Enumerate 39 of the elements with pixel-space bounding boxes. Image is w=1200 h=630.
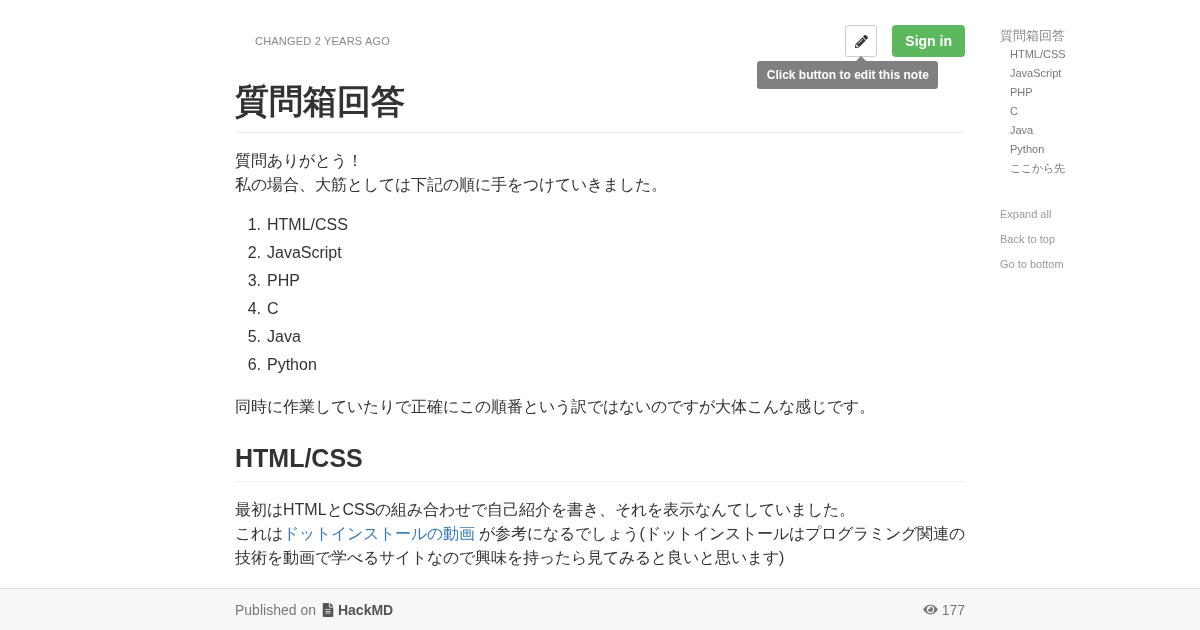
sign-in-button[interactable]: Sign in [892, 25, 965, 57]
list-item-text: Java [267, 327, 301, 347]
paragraph: 質問ありがとう！ 私の場合、大筋としては下記の順に手をつけていきました。 [235, 151, 668, 195]
text-link[interactable]: ドットインストールの動画 [283, 525, 475, 542]
toc-link[interactable]: HTML/CSS [1010, 45, 1066, 64]
toc-action-link[interactable]: Back to top [1000, 227, 1056, 252]
document-icon [321, 602, 334, 617]
toc-link[interactable]: JavaScript [1010, 64, 1062, 83]
list-number: 6. [246, 355, 261, 375]
view-count: 177 [941, 601, 965, 618]
published-label: Published on [235, 601, 316, 618]
toc-link[interactable]: C [1010, 102, 1018, 121]
toc-link[interactable]: 質問箱回答 [1000, 26, 1065, 45]
list-item-text: C [267, 299, 279, 319]
list-item-text: Python [267, 355, 317, 375]
toc-link[interactable]: PHP [1010, 83, 1033, 102]
list-item-text: HTML/CSS [267, 215, 348, 235]
eye-icon [922, 603, 938, 616]
toc-action-link[interactable]: Go to bottom [1000, 252, 1064, 277]
toc-link[interactable]: ここから先 [1010, 159, 1065, 178]
last-changed-label: CHANGED 2 YEARS AGO [255, 35, 392, 47]
pencil-icon [854, 34, 868, 48]
toc-link[interactable]: Java [1010, 121, 1034, 140]
list-number: 2. [246, 243, 261, 263]
list-item-text: JavaScript [267, 243, 342, 263]
list-number: 5. [246, 327, 261, 347]
paragraph: 最初はHTMLとCSSの組み合わせで自己紹介を書き、それを表示なんてしていました。 これは ドットインストールの動画 が参考になるでしょう(ドットインストールはプログラミング関連の技術を動画で学べるサイトなので興味を持ったら見てみると良いと思います) [235, 500, 965, 568]
toc-action-link[interactable]: Expand all [1000, 202, 1052, 227]
edit-button[interactable] [845, 25, 878, 57]
toc-link[interactable]: Python [1010, 140, 1045, 159]
list-item-text: PHP [267, 271, 300, 291]
page-title: 質問箱回答 [235, 80, 965, 133]
section-heading: HTML/CSS [235, 443, 965, 482]
list-number: 1. [246, 215, 261, 235]
brand-link[interactable]: HackMD [321, 601, 394, 618]
tooltip: Click button to edit this note [757, 56, 939, 89]
list-number: 3. [246, 271, 261, 291]
paragraph: 同時に作業していたりで正確にこの順番という訳ではないのですが大体こんな感じです。 [235, 397, 876, 417]
list-number: 4. [246, 299, 261, 319]
